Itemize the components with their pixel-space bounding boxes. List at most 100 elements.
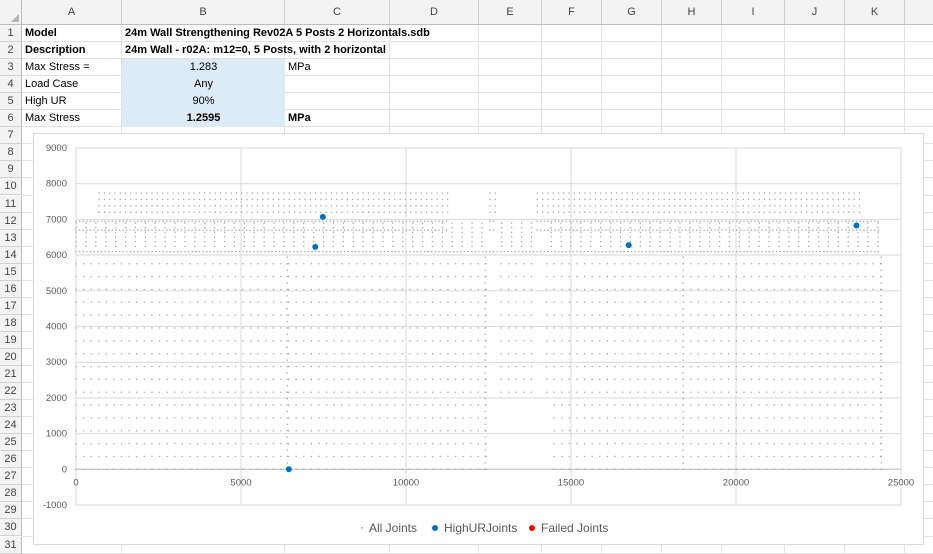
row-header-18[interactable]: 18 [0,314,22,332]
all-joints-point [808,227,810,229]
row-header-29[interactable]: 29 [0,502,22,520]
row-header-15[interactable]: 15 [0,263,22,281]
row-header-31[interactable]: 31 [0,536,22,554]
all-joints-point [697,340,700,342]
all-joints-point [747,211,750,213]
all-joints-point [819,275,821,278]
col-header-b[interactable]: B [122,0,285,25]
all-joints-point [591,455,593,458]
row-header-30[interactable]: 30 [0,519,22,537]
row-header-12[interactable]: 12 [0,212,22,230]
all-joints-point [405,220,407,222]
col-header-e[interactable]: E [479,0,542,25]
row-header-19[interactable]: 19 [0,331,22,349]
cell-b6[interactable]: 1.2595 [122,110,285,127]
all-joints-point [166,288,168,291]
all-joints-point [75,404,77,406]
cell-b2[interactable]: 24m Wall - r02A: m12=0, 5 Posts, with 2 … [122,42,389,59]
row-header-1[interactable]: 1 [0,25,22,43]
col-header-d[interactable]: D [390,0,479,25]
all-joints-point [783,229,785,231]
all-joints-point [609,220,611,222]
all-joints-point [250,443,252,445]
row-header-13[interactable]: 13 [0,229,22,247]
all-joints-point [484,410,486,413]
row-header-27[interactable]: 27 [0,468,22,486]
all-joints-point [454,404,457,406]
col-header-a[interactable]: A [22,0,122,25]
cell-a4[interactable]: Load Case [22,76,81,93]
cell-a6[interactable]: Max Stress [22,110,83,127]
all-joints-point [225,205,227,207]
row-header-11[interactable]: 11 [0,195,22,213]
all-joints-point [681,229,683,231]
col-header-g[interactable]: G [602,0,662,25]
cell-a2[interactable]: Description [22,42,89,59]
all-joints-point [336,192,338,194]
col-header-f[interactable]: F [542,0,602,25]
cell-b5[interactable]: 90% [122,93,285,110]
row-header-22[interactable]: 22 [0,383,22,401]
row-header-23[interactable]: 23 [0,400,22,418]
cell-a1[interactable]: Model [22,25,60,42]
row-header-25[interactable]: 25 [0,434,22,452]
row-header-14[interactable]: 14 [0,246,22,264]
all-joints-point [189,353,191,355]
row-header-4[interactable]: 4 [0,76,22,94]
row-header-28[interactable]: 28 [0,485,22,503]
col-header-extra[interactable] [905,0,933,25]
col-header-h[interactable]: H [662,0,722,25]
row-header-16[interactable]: 16 [0,280,22,298]
all-joints-point [356,263,358,265]
cell-b1[interactable]: 24m Wall Strengthening Rev02A 5 Posts 2 … [122,25,433,42]
all-joints-point [827,198,829,201]
all-joints-point [659,236,661,238]
row-header-2[interactable]: 2 [0,42,22,60]
col-header-j[interactable]: J [785,0,845,25]
col-header-c[interactable]: C [285,0,390,25]
cell-b3[interactable]: 1.283 [122,59,285,76]
all-joints-point [95,222,97,224]
row-header-9[interactable]: 9 [0,161,22,179]
row-header-17[interactable]: 17 [0,297,22,315]
row-header-6[interactable]: 6 [0,110,22,128]
row-header-3[interactable]: 3 [0,59,22,77]
col-header-i[interactable]: I [722,0,785,25]
all-joints-point [834,301,836,303]
all-joints-point [735,365,737,368]
cell-a5[interactable]: High UR [22,93,70,110]
col-header-k[interactable]: K [845,0,905,25]
all-joints-point [383,211,385,213]
all-joints-point [348,365,350,368]
all-joints-point [561,365,563,368]
all-joints-point [773,288,775,291]
row-header-10[interactable]: 10 [0,178,22,196]
all-joints-point [325,250,328,253]
row-header-20[interactable]: 20 [0,348,22,366]
all-joints-point [184,245,186,247]
all-joints-point [508,391,510,393]
cell-a3[interactable]: Max Stress = [22,59,93,76]
all-joints-point [726,205,729,207]
all-joints-point [614,443,616,445]
scatter-chart[interactable]: 9000 8000 7000 6000 5000 4000 3000 2000 1000 0 -10… [33,133,924,545]
all-joints-point [529,250,531,253]
all-joints-point [341,404,343,406]
row-header-24[interactable]: 24 [0,417,22,435]
cell-c3[interactable]: MPa [285,59,314,76]
row-header-8[interactable]: 8 [0,144,22,162]
all-joints-point [826,430,829,432]
row-header-21[interactable]: 21 [0,366,22,384]
cell-c6[interactable]: MPa [285,110,314,127]
select-all-corner[interactable] [0,0,22,25]
all-joints-point [849,340,851,342]
row-header-7[interactable]: 7 [0,127,22,145]
row-header-5[interactable]: 5 [0,93,22,111]
cell-b4[interactable]: Any [122,76,285,93]
all-joints-point [113,391,115,393]
row-header-26[interactable]: 26 [0,451,22,469]
all-joints-point [257,275,259,278]
y-tick-label: 9000 [46,143,67,154]
all-joints-point [174,404,176,406]
all-joints-point [637,430,639,432]
